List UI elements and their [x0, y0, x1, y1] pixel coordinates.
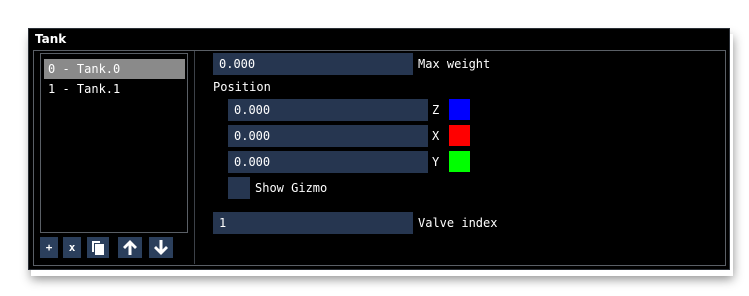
valve-index-input[interactable]: 1	[213, 212, 413, 234]
axis-y-label: Y	[432, 155, 440, 169]
max-weight-label: Max weight	[418, 57, 491, 71]
position-x-input[interactable]: 0.000	[228, 125, 428, 147]
copy-button[interactable]	[87, 237, 109, 258]
tank-list[interactable]: 0 - Tank.0 1 - Tank.1	[40, 53, 188, 233]
move-down-button[interactable]	[149, 237, 173, 258]
position-label: Position	[213, 80, 271, 94]
axis-z-color-swatch	[449, 99, 470, 120]
remove-button[interactable]: x	[63, 237, 81, 258]
axis-y-color-swatch	[449, 151, 470, 172]
max-weight-input[interactable]: 0.000	[213, 53, 413, 75]
arrow-down-icon	[154, 240, 168, 255]
panel-divider	[194, 51, 195, 264]
close-icon: x	[68, 241, 76, 254]
position-z-input[interactable]: 0.000	[228, 99, 428, 121]
axis-x-color-swatch	[449, 125, 470, 146]
add-button[interactable]: +	[40, 237, 58, 258]
axis-x-label: X	[432, 129, 440, 143]
list-item[interactable]: 0 - Tank.0	[44, 59, 185, 79]
tank-panel: Tank 0 - Tank.0 1 - Tank.1 + x 0.000 Max…	[28, 28, 730, 270]
plus-icon: +	[45, 241, 53, 254]
copy-icon	[92, 240, 104, 255]
list-item[interactable]: 1 - Tank.1	[44, 79, 185, 99]
axis-z-label: Z	[432, 103, 440, 117]
show-gizmo-checkbox[interactable]	[228, 177, 250, 199]
position-y-input[interactable]: 0.000	[228, 151, 428, 173]
valve-index-label: Valve index	[418, 216, 498, 230]
show-gizmo-label: Show Gizmo	[255, 181, 328, 195]
panel-title: Tank	[35, 32, 67, 46]
move-up-button[interactable]	[118, 237, 142, 258]
arrow-up-icon	[123, 240, 137, 255]
